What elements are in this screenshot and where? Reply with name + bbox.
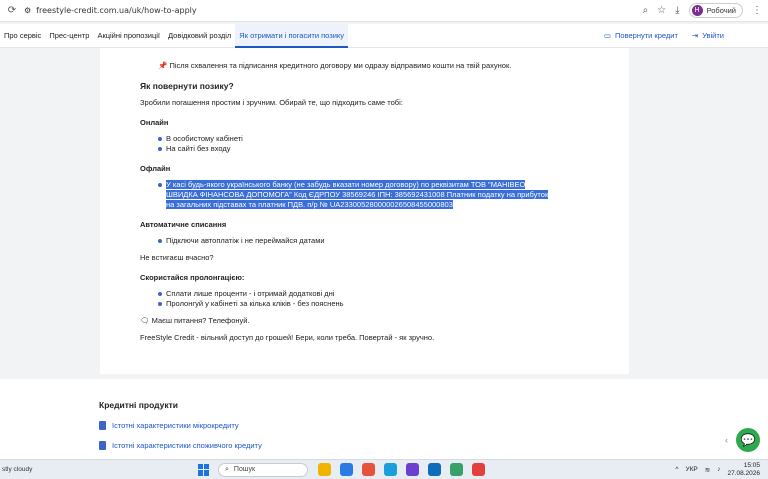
list-item: Підключи автоплатіж і не переймайся дата… <box>158 236 589 246</box>
url-host: freestyle-credit.com.ua <box>36 6 130 15</box>
questions-text: Маєш питання? Телефонуй. <box>151 316 250 325</box>
auto-title: Автоматичне списання <box>140 220 227 229</box>
clock-time: 15:05 <box>743 461 760 469</box>
edge-icon[interactable] <box>384 463 397 476</box>
online-title: Онлайн <box>140 118 169 127</box>
site-nav: Про сервіс Прес-центр Акційні пропозиції… <box>0 23 768 48</box>
app-icon[interactable] <box>362 463 375 476</box>
prolong-list: Сплати лише проценти - і отримай додатко… <box>158 289 589 309</box>
taskbar-apps <box>318 463 485 476</box>
return-credit-label: Повернути кредит <box>615 31 678 40</box>
return-credit-link[interactable]: ▭ Повернути кредит <box>604 31 678 40</box>
pin-note: 📌 Після схвалення та підписання кредитно… <box>158 61 589 71</box>
clock[interactable]: 15:05 27.08.2026 <box>727 462 760 478</box>
card-icon: ▭ <box>603 31 612 40</box>
nav-item-promos[interactable]: Акційні пропозиції <box>93 24 164 48</box>
auto-list: Підключи автоплатіж і не переймайся дата… <box>158 236 589 246</box>
chevron-left-icon[interactable]: ‹ <box>725 435 728 445</box>
list-item: У касі будь-якого українського банку (не… <box>158 180 589 210</box>
nav-item-help[interactable]: Довідковий розділ <box>164 24 235 48</box>
search-label: Пошук <box>233 466 256 473</box>
pin-icon: 📌 <box>158 61 168 70</box>
list-item: Пролонгуй у кабінеті за кілька кліків - … <box>158 299 589 309</box>
footer-link-label: Істотні характеристики мікрокредиту <box>112 421 239 430</box>
document-icon <box>99 421 106 430</box>
late-question: Не встигаєш вчасно? <box>140 253 214 262</box>
download-icon[interactable]: ⤓ <box>675 5 679 16</box>
weather-widget[interactable]: stly cloudy <box>0 466 190 473</box>
list-item: Сплати лише проценти - і отримай додатко… <box>158 289 589 299</box>
pin-text: Після схвалення та підписання кредитного… <box>169 61 512 70</box>
wifi-icon[interactable]: ≋ <box>705 466 710 474</box>
chevron-up-icon[interactable]: ^ <box>675 466 678 473</box>
chrome-icon[interactable] <box>472 463 485 476</box>
prolong-title: Скористайся пролонгацією: <box>140 273 245 282</box>
footer-link-label: Істотні характеристики споживчого кредит… <box>112 441 262 450</box>
site-info-icon[interactable]: ⚙ <box>24 6 31 15</box>
volume-icon[interactable]: ♪ <box>717 466 720 473</box>
reload-icon[interactable]: ⟳ <box>6 5 18 17</box>
menu-icon[interactable]: ⋮ <box>752 5 762 16</box>
system-tray: ^ УКР ≋ ♪ 15:05 27.08.2026 <box>675 462 768 478</box>
language-indicator[interactable]: УКР <box>685 466 697 473</box>
profile-button[interactable]: Н Робочий <box>688 3 743 18</box>
offline-list: У касі будь-якого українського банку (не… <box>158 180 589 210</box>
selected-text: У касі будь-якого українського банку (не… <box>166 180 549 209</box>
profile-label: Робочий <box>706 6 736 15</box>
nav-item-how-to[interactable]: Як отримати і погасити позику <box>235 23 349 48</box>
nav-item-press[interactable]: Прес-центр <box>45 24 93 48</box>
nav-item-about[interactable]: Про сервіс <box>0 24 45 48</box>
taskbar-search[interactable]: ⌕ Пошук <box>218 462 308 477</box>
windows-start-icon[interactable] <box>198 463 210 476</box>
browser-toolbar: ⟳ ⚙ freestyle-credit.com.ua/uk/how-to-ap… <box>0 0 768 22</box>
app-icon[interactable] <box>406 463 419 476</box>
login-link[interactable]: ⇥ Увійти <box>692 31 724 40</box>
zoom-icon[interactable]: ⌕ <box>643 5 649 16</box>
list-item: В особистому кабінеті <box>158 134 589 144</box>
document-icon <box>99 441 106 450</box>
phone-icon: 🗨 <box>140 316 150 325</box>
url-path: /uk/how-to-apply <box>129 6 197 15</box>
online-list: В особистому кабінеті На сайті без входу <box>158 134 589 154</box>
footer-section: Кредитні продукти Істотні характеристики… <box>0 379 768 459</box>
file-explorer-icon[interactable] <box>318 463 331 476</box>
clock-date: 27.08.2026 <box>727 469 760 477</box>
bookmark-star-icon[interactable]: ☆ <box>657 5 666 16</box>
chat-button[interactable]: 💬 <box>736 428 760 452</box>
avatar: Н <box>691 5 703 16</box>
chat-icon: 💬 <box>740 433 756 447</box>
app-icon[interactable] <box>340 463 353 476</box>
how-return-title: Як повернути позику? <box>140 81 234 91</box>
login-icon: ⇥ <box>691 31 699 40</box>
address-bar[interactable]: ⚙ freestyle-credit.com.ua/uk/how-to-appl… <box>24 6 197 15</box>
questions-line: 🗨 Маєш питання? Телефонуй. <box>140 316 589 326</box>
app-icon[interactable] <box>450 463 463 476</box>
footer-link-microcredit[interactable]: Істотні характеристики мікрокредиту <box>99 421 239 430</box>
app-icon[interactable] <box>428 463 441 476</box>
list-item: На сайті без входу <box>158 144 589 154</box>
offline-title: Офлайн <box>140 164 171 173</box>
footer-link-consumer[interactable]: Істотні характеристики споживчого кредит… <box>99 441 262 450</box>
content-card: 📌 Після схвалення та підписання кредитно… <box>100 48 629 374</box>
login-label: Увійти <box>702 31 724 40</box>
footer-title: Кредитні продукти <box>99 400 179 410</box>
os-taskbar: stly cloudy ⌕ Пошук ^ УКР ≋ ♪ 15:05 27.0… <box>0 459 768 479</box>
search-icon: ⌕ <box>225 465 229 473</box>
how-return-intro: Зробили погашення простим і зручним. Оби… <box>140 98 403 107</box>
closing-text: FreeStyle Credit - вільний доступ до гро… <box>140 333 435 342</box>
